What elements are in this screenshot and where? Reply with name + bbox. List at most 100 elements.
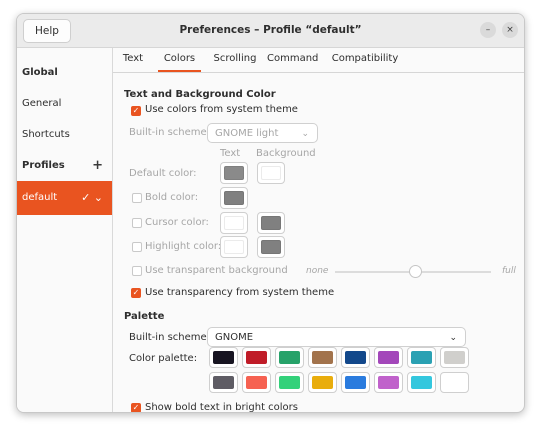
profile-label: default [22, 192, 58, 203]
palette-color-4-button[interactable] [341, 347, 370, 368]
cursor-text-swatch [224, 216, 244, 230]
bold-color-checkbox[interactable] [132, 193, 142, 203]
palette-color-6-button[interactable] [407, 347, 436, 368]
palette-color-1-button[interactable] [242, 347, 271, 368]
preferences-window: Help Preferences – Profile “default” – ×… [16, 13, 525, 413]
palette-color-swatch [213, 351, 234, 364]
palette-color-swatch [312, 351, 333, 364]
palette-color-11-button[interactable] [308, 372, 337, 393]
tab-scrolling[interactable]: Scrolling [210, 48, 260, 72]
title-bar: Help Preferences – Profile “default” – × [17, 14, 524, 48]
use-system-colors-checkbox[interactable]: ✓ [131, 106, 141, 116]
cursor-color-checkbox[interactable] [132, 218, 142, 228]
palette-color-swatch [312, 376, 333, 389]
bold-text-color-button[interactable] [220, 187, 248, 209]
minimize-icon: – [485, 25, 491, 35]
use-system-transparency-label: Use transparency from system theme [145, 287, 335, 298]
transparency-slider-handle[interactable] [409, 265, 422, 278]
highlight-background-color-button[interactable] [257, 236, 285, 258]
transparent-background-label: Use transparent background [145, 265, 288, 276]
tab-compatibility[interactable]: Compatibility [325, 48, 405, 72]
palette-color-2-button[interactable] [275, 347, 304, 368]
highlight-text-color-button[interactable] [220, 236, 248, 258]
default-color-label: Default color: [129, 168, 197, 179]
transparent-background-checkbox[interactable] [132, 266, 142, 276]
close-button[interactable]: × [502, 22, 518, 38]
palette-color-13-button[interactable] [374, 372, 403, 393]
palette-color-12-button[interactable] [341, 372, 370, 393]
highlight-background-swatch [261, 240, 281, 254]
palette-color-10-button[interactable] [275, 372, 304, 393]
palette-color-7-button[interactable] [440, 347, 469, 368]
default-background-swatch [261, 166, 281, 180]
chevron-down-icon: ⌄ [301, 129, 309, 139]
text-scheme-value: GNOME light [215, 128, 279, 139]
slider-max-label: full [502, 266, 516, 276]
palette-color-swatch [279, 351, 300, 364]
minimize-button[interactable]: – [480, 22, 496, 38]
palette-color-swatch [345, 376, 366, 389]
cursor-text-color-button[interactable] [220, 212, 248, 234]
palette-color-swatch [411, 351, 432, 364]
palette-color-8-button[interactable] [209, 372, 238, 393]
default-text-swatch [224, 166, 244, 180]
text-scheme-dropdown[interactable]: GNOME light ⌄ [207, 123, 318, 143]
profile-default-menu-icon[interactable]: ✓ ⌄ [81, 181, 103, 215]
default-background-color-button[interactable] [257, 162, 285, 184]
palette-color-0-button[interactable] [209, 347, 238, 368]
palette-color-swatch [444, 376, 465, 389]
add-profile-icon[interactable]: + [92, 151, 103, 181]
sidebar-profiles-heading: Profiles + [17, 151, 112, 181]
profiles-label: Profiles [22, 160, 65, 171]
palette-color-5-button[interactable] [374, 347, 403, 368]
palette-color-14-button[interactable] [407, 372, 436, 393]
tab-command[interactable]: Command [267, 48, 318, 72]
sidebar-global-heading: Global [22, 67, 58, 78]
tab-colors[interactable]: Colors [158, 48, 201, 72]
palette-scheme-value: GNOME [215, 332, 254, 343]
chevron-down-icon: ⌄ [449, 333, 457, 343]
highlight-color-label: Highlight color: [145, 241, 222, 252]
palette-color-swatch [411, 376, 432, 389]
sidebar-item-profile-default[interactable]: default ✓ ⌄ [17, 181, 112, 215]
palette-color-9-button[interactable] [242, 372, 271, 393]
palette-builtin-schemes-label: Built-in schemes: [129, 332, 216, 343]
builtin-schemes-label: Built-in schemes: [129, 127, 216, 138]
palette-color-swatch [213, 376, 234, 389]
main-panel: Text Colors Scrolling Command Compatibil… [113, 48, 524, 412]
palette-color-swatch [444, 351, 465, 364]
cursor-color-label: Cursor color: [145, 217, 209, 228]
cursor-background-color-button[interactable] [257, 212, 285, 234]
close-icon: × [506, 25, 514, 35]
palette-scheme-dropdown[interactable]: GNOME ⌄ [207, 327, 466, 347]
use-system-colors-label: Use colors from system theme [145, 104, 298, 115]
palette-color-swatch [378, 351, 399, 364]
highlight-color-checkbox[interactable] [132, 242, 142, 252]
color-palette-label: Color palette: [129, 353, 198, 364]
cursor-background-swatch [261, 216, 281, 230]
sidebar-item-shortcuts[interactable]: Shortcuts [17, 120, 112, 150]
palette-color-15-button[interactable] [440, 372, 469, 393]
palette-color-3-button[interactable] [308, 347, 337, 368]
tab-bar: Text Colors Scrolling Command Compatibil… [113, 48, 524, 73]
window-title: Preferences – Profile “default” [179, 24, 362, 36]
slider-min-label: none [306, 266, 329, 276]
palette-color-swatch [279, 376, 300, 389]
palette-color-swatch [246, 376, 267, 389]
palette-color-swatch [378, 376, 399, 389]
text-background-section-title: Text and Background Color [124, 89, 276, 100]
default-text-color-button[interactable] [220, 162, 248, 184]
bold-color-label: Bold color: [145, 192, 199, 203]
highlight-text-swatch [224, 240, 244, 254]
palette-color-swatch [246, 351, 267, 364]
tab-text[interactable]: Text [117, 48, 149, 72]
sidebar-item-general[interactable]: General [17, 89, 112, 119]
bold-text-swatch [224, 191, 244, 205]
sidebar: Global General Shortcuts Profiles + defa… [17, 48, 113, 412]
bold-bright-checkbox[interactable]: ✓ [131, 403, 141, 412]
palette-section-title: Palette [124, 311, 165, 322]
palette-color-swatch [345, 351, 366, 364]
column-background-label: Background [256, 148, 316, 159]
column-text-label: Text [220, 148, 241, 159]
use-system-transparency-checkbox[interactable]: ✓ [131, 288, 141, 298]
